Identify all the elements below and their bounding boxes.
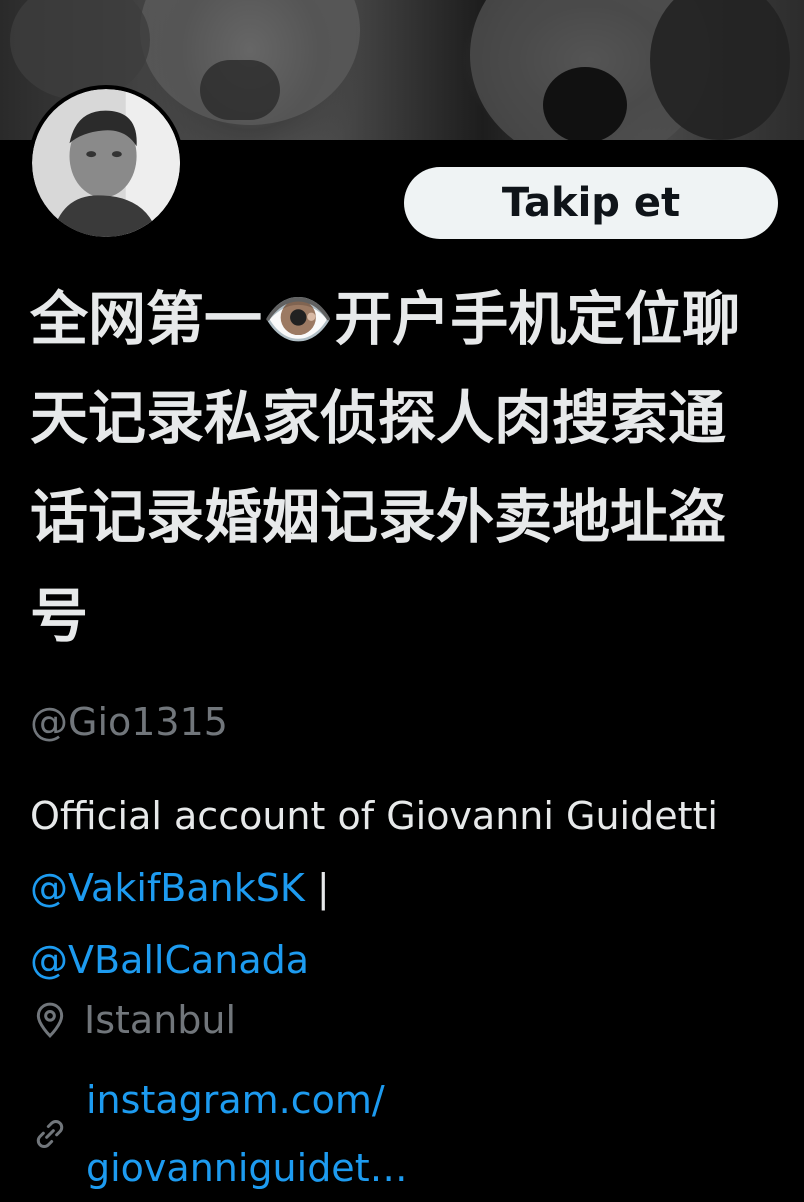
website-link-line2[interactable]: giovanniguidet… bbox=[86, 1134, 408, 1202]
mention-link-vballcanada[interactable]: @VBallCanada bbox=[30, 938, 309, 982]
profile-website[interactable]: instagram.com/ giovanniguidet… bbox=[30, 1066, 408, 1202]
profile-location: Istanbul bbox=[30, 992, 236, 1048]
display-name: 全网第一👁️开户手机定位聊天记录私家侦探人肉搜索通话记录婚姻记录外卖地址盗号 bbox=[30, 285, 741, 650]
bio-separator: | bbox=[304, 866, 330, 910]
avatar[interactable] bbox=[28, 85, 184, 241]
bio: Official account of Giovanni Guidetti @V… bbox=[30, 780, 770, 996]
website-link-line1[interactable]: instagram.com/ bbox=[86, 1066, 408, 1134]
map-pin-icon bbox=[36, 1002, 64, 1038]
location-text: Istanbul bbox=[84, 998, 237, 1042]
user-handle: @Gio1315 bbox=[30, 700, 228, 744]
follow-button[interactable]: Takip et bbox=[404, 167, 778, 239]
website-link-wrapper[interactable]: instagram.com/ giovanniguidet… bbox=[86, 1066, 408, 1202]
avatar-image bbox=[32, 89, 180, 237]
mention-link-vakifbank[interactable]: @VakifBankSK bbox=[30, 866, 305, 910]
bio-text: Official account of Giovanni Guidetti bbox=[30, 794, 718, 838]
link-icon bbox=[36, 1120, 64, 1148]
